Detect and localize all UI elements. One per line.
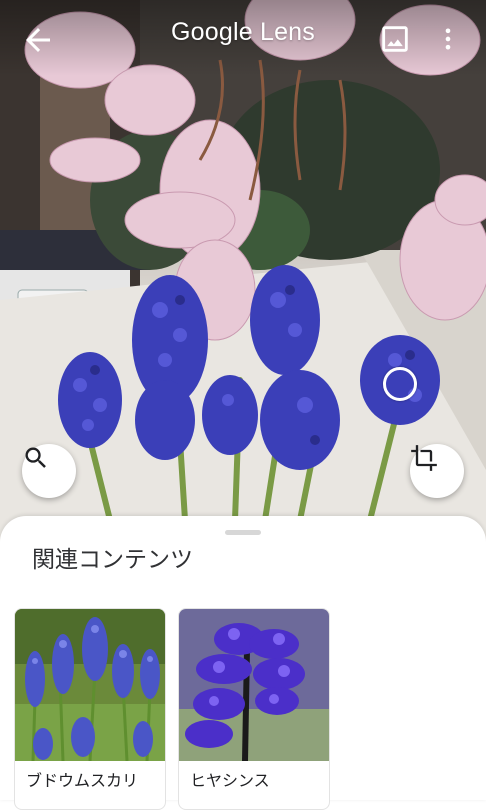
camera-viewfinder[interactable]: Google Lens bbox=[0, 0, 486, 560]
image-gallery-icon bbox=[382, 26, 408, 52]
more-options-button[interactable] bbox=[434, 22, 462, 56]
result-label: ヒヤシンス bbox=[190, 771, 270, 790]
result-card-hyacinth[interactable]: ヒヤシンス bbox=[178, 608, 330, 810]
results-heading: 関連コンテンツ bbox=[32, 547, 193, 573]
search-icon bbox=[25, 447, 46, 468]
focus-point-marker[interactable] bbox=[383, 367, 417, 401]
gallery-button[interactable] bbox=[378, 22, 412, 56]
results-bottom-sheet[interactable]: 関連コンテンツ ブドウムスカリ ヒヤシンス bbox=[0, 516, 486, 810]
crop-button[interactable] bbox=[410, 444, 464, 498]
result-card-grape-hyacinth[interactable]: ブドウムスカリ bbox=[14, 608, 166, 810]
result-label: ブドウムスカリ bbox=[26, 771, 139, 790]
app-title: Google Lens bbox=[171, 18, 315, 46]
drag-handle[interactable] bbox=[225, 530, 261, 535]
search-button[interactable] bbox=[22, 444, 76, 498]
crop-icon bbox=[411, 445, 437, 471]
more-vert-icon bbox=[445, 28, 451, 50]
grape-hyacinth-photo bbox=[15, 609, 165, 761]
hyacinth-photo bbox=[179, 609, 329, 761]
